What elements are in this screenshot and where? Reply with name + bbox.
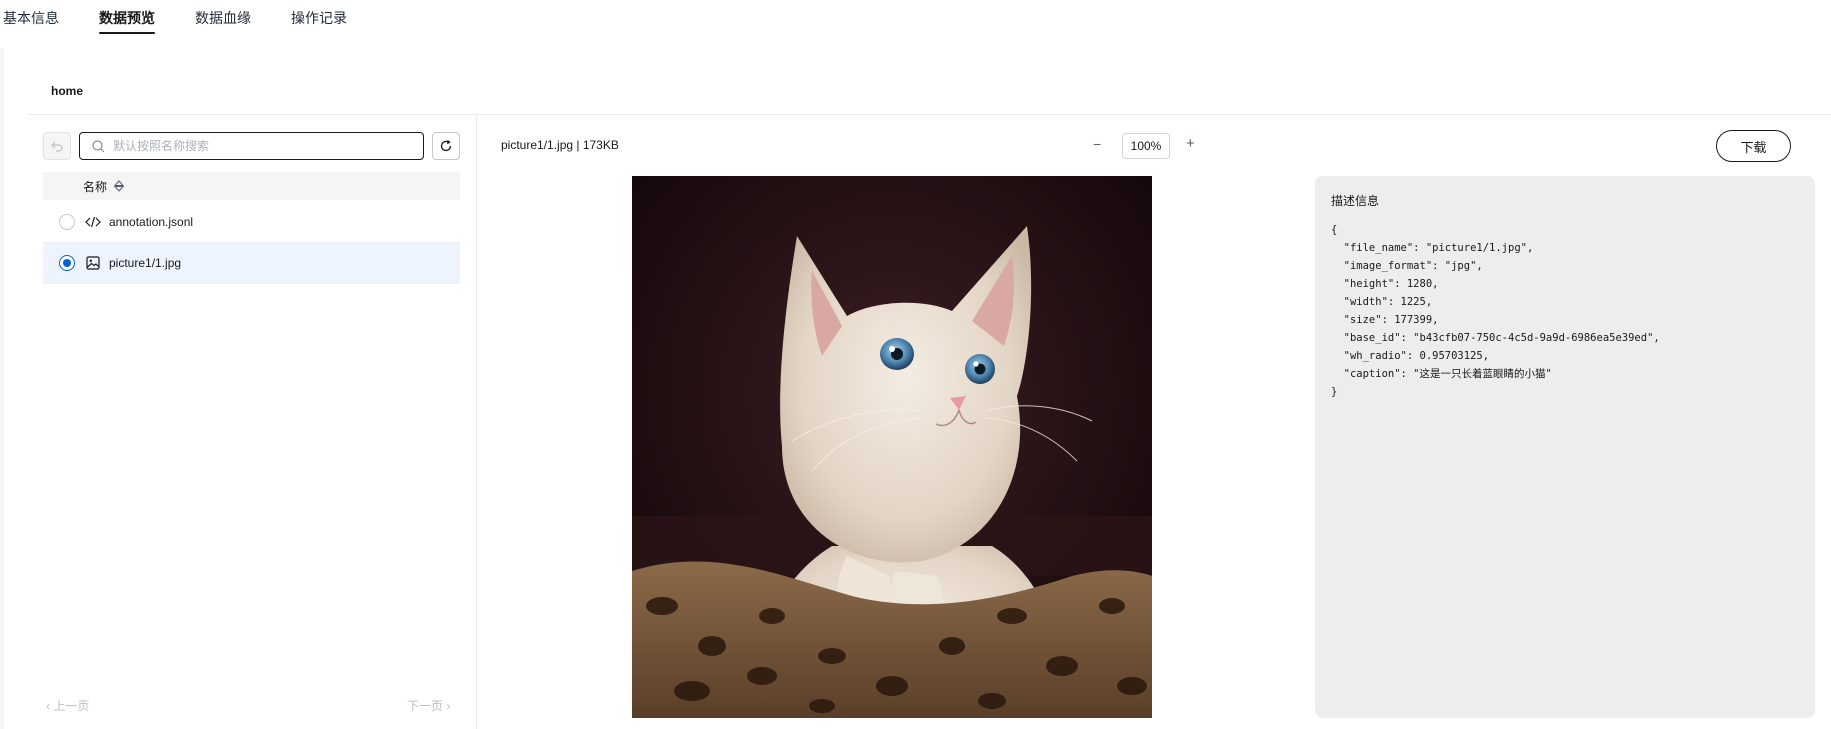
next-page-label: 下一页	[407, 699, 444, 713]
description-panel: 描述信息 { "file_name": "picture1/1.jpg", "i…	[1315, 176, 1815, 718]
zoom-in-button[interactable]: +	[1186, 135, 1195, 152]
image-preview	[632, 176, 1152, 718]
file-row-picture[interactable]: picture1/1.jpg	[43, 243, 460, 284]
table-header: 名称	[43, 172, 460, 200]
tab-data-preview[interactable]: 数据预览	[99, 8, 155, 34]
file-name: annotation.jsonl	[109, 215, 194, 229]
search-icon	[92, 139, 105, 152]
tab-bar: 基本信息 数据预览 数据血缘 操作记录	[0, 0, 1831, 48]
search-box	[79, 132, 424, 160]
description-title: 描述信息	[1331, 194, 1380, 208]
file-name: picture1/1.jpg	[109, 256, 182, 270]
file-row-annotation[interactable]: annotation.jsonl	[43, 202, 460, 243]
undo-icon	[51, 141, 63, 152]
zoom-out-button[interactable]: −	[1093, 136, 1101, 152]
image-file-icon	[85, 255, 101, 271]
tab-data-lineage[interactable]: 数据血缘	[195, 8, 251, 28]
row-radio[interactable]	[59, 255, 75, 271]
divider	[28, 114, 1831, 115]
prev-page-button[interactable]: ‹ 上一页	[46, 697, 89, 714]
kitten-image	[632, 176, 1152, 718]
tab-basic-info[interactable]: 基本信息	[3, 8, 59, 28]
search-input[interactable]	[113, 139, 393, 153]
row-radio[interactable]	[59, 214, 75, 230]
sort-icon[interactable]	[113, 180, 125, 192]
download-button[interactable]: 下载	[1716, 130, 1791, 162]
description-json: { "file_name": "picture1/1.jpg", "image_…	[1331, 224, 1660, 398]
name-column-label: 名称	[83, 179, 108, 194]
zoom-level[interactable]: 100%	[1122, 133, 1170, 159]
panel-divider	[476, 115, 477, 729]
tab-operation-log[interactable]: 操作记录	[291, 8, 347, 28]
breadcrumb[interactable]: home	[51, 84, 83, 98]
next-page-button[interactable]: 下一页 ›	[407, 697, 450, 714]
code-file-icon	[85, 214, 101, 230]
refresh-button[interactable]	[432, 132, 460, 160]
refresh-icon	[440, 140, 452, 152]
prev-page-label: 上一页	[53, 699, 90, 713]
file-info: picture1/1.jpg | 173KB	[501, 138, 619, 152]
name-column-header[interactable]: 名称	[83, 178, 125, 195]
back-button[interactable]	[43, 132, 71, 160]
